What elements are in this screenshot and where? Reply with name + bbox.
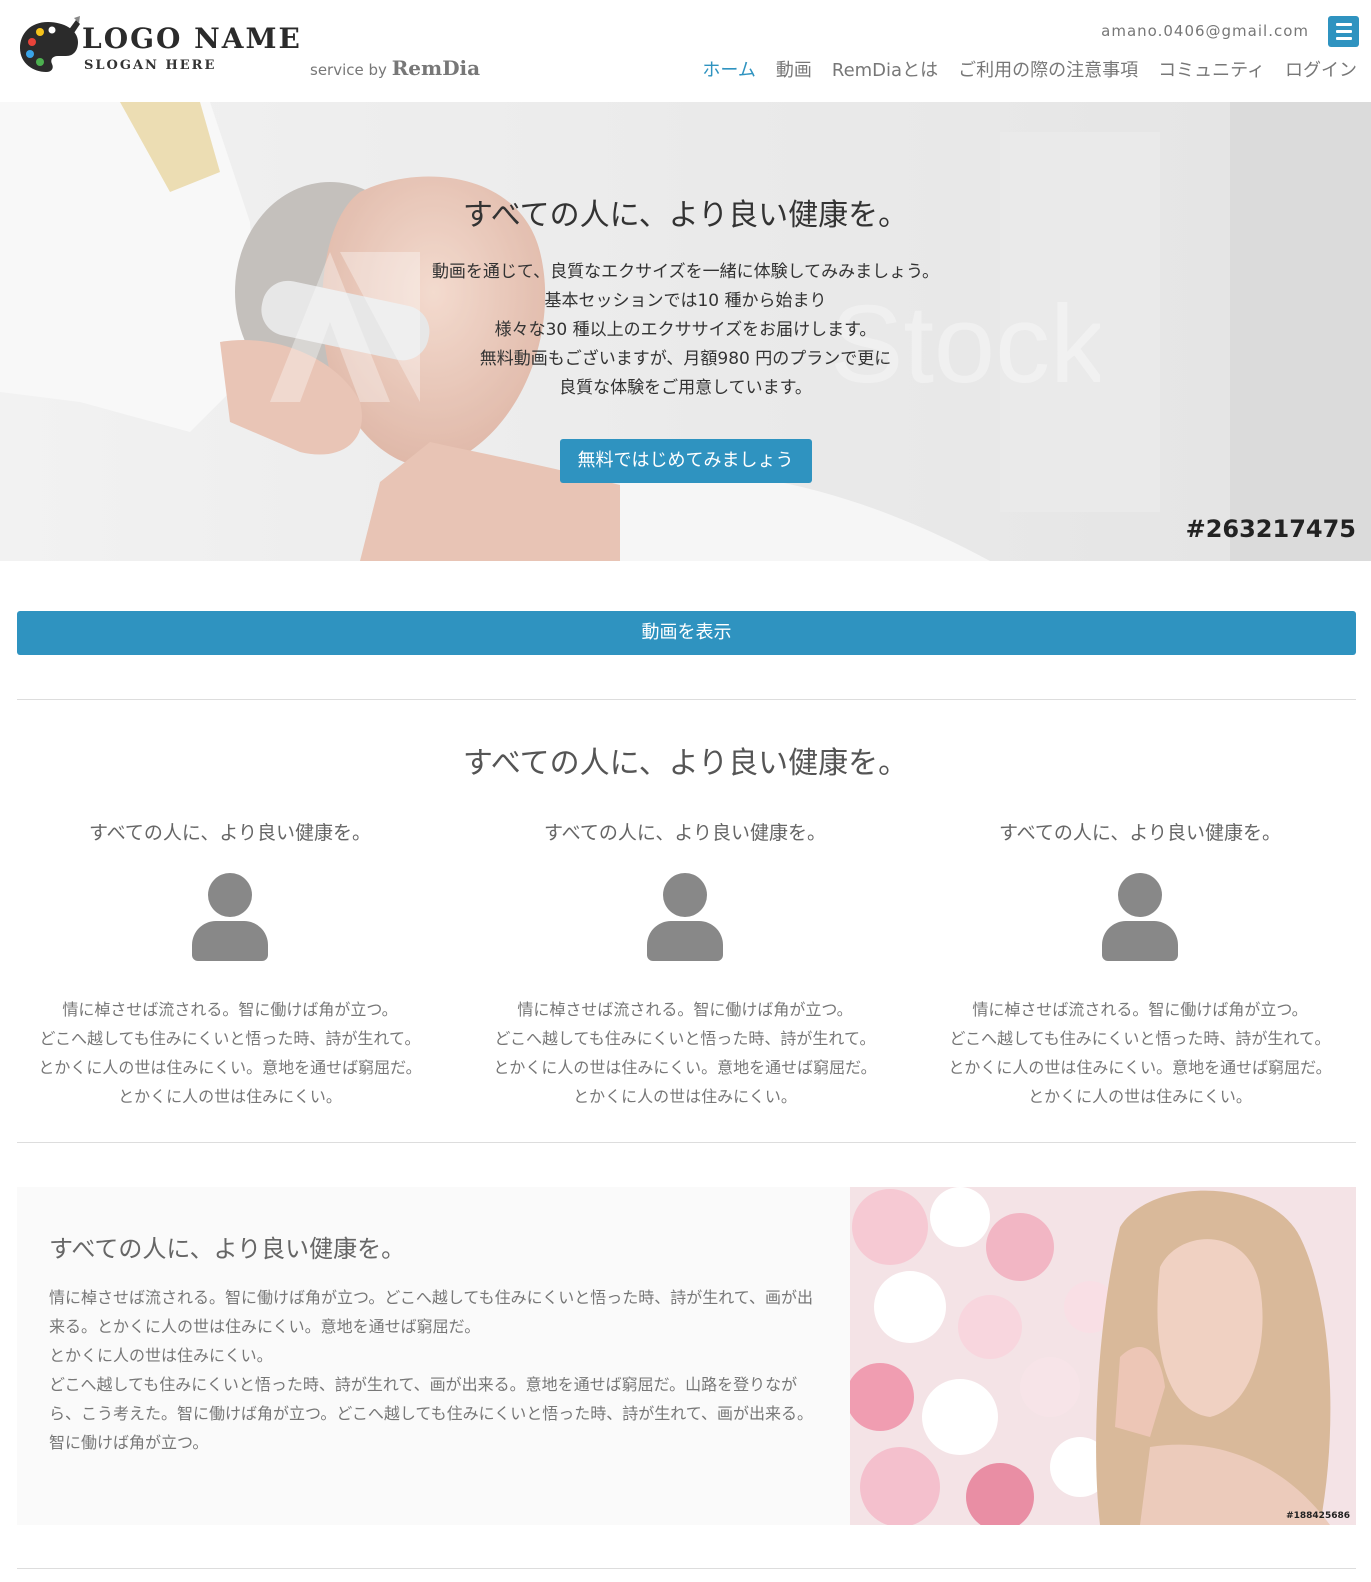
column-line: どこへ越しても住みにくいと悟った時、詩が生れて。 (39, 1029, 421, 1048)
feature-column-1: すべての人に、より良い健康を。 情に棹させば流される。智に働けば角が立つ。 どこ… (10, 818, 450, 1111)
feature-paragraph: 情に棹させば流される。智に働けば角が立つ。どこへ越しても住みにくいと悟った時、詩… (49, 1288, 814, 1336)
user-icon (645, 873, 725, 963)
divider (17, 1142, 1356, 1143)
column-line: とかくに人の世は住みにくい。意地を通せば窮屈だ。 (38, 1058, 422, 1077)
section-title: すべての人に、より良い健康を。 (462, 746, 909, 781)
hero-line: 基本セッションでは10 種から始まり (544, 291, 827, 311)
start-free-button[interactable]: 無料ではじめてみましょう (559, 439, 812, 483)
hero-stock-id: #263217475 (1185, 515, 1356, 543)
feature-paragraph: 智に働けば角が立つ。 (49, 1433, 209, 1452)
hero-line: 動画を通じて、良質なエクサイズを一緒に体験してみみましょう。 (431, 262, 940, 282)
user-email: amano.0406@gmail.com (1101, 22, 1309, 40)
feature-stock-id: #188425686 (1286, 1511, 1350, 1521)
column-line: 情に棹させば流される。智に働けば角が立つ。 (972, 1000, 1308, 1019)
divider (17, 1568, 1356, 1569)
hero-content: すべての人に、より良い健康を。 動画を通じて、良質なエクサイズを一緒に体験してみ… (0, 190, 1371, 483)
hero-line: 良質な体験をご用意しています。 (559, 378, 812, 398)
column-line: どこへ越しても住みにくいと悟った時、詩が生れて。 (949, 1029, 1331, 1048)
column-line: とかくに人の世は住みにくい。 (118, 1087, 342, 1106)
column-text: 情に棹させば流される。智に働けば角が立つ。 どこへ越しても住みにくいと悟った時、… (920, 995, 1360, 1111)
column-line: とかくに人の世は住みにくい。意地を通せば窮屈だ。 (948, 1058, 1332, 1077)
menu-bar (1335, 23, 1352, 26)
menu-bar (1335, 30, 1352, 33)
nav-home[interactable]: ホーム (702, 56, 755, 82)
column-line: どこへ越しても住みにくいと悟った時、詩が生れて。 (494, 1029, 876, 1048)
menu-bar (1335, 37, 1352, 40)
column-title: すべての人に、より良い健康を。 (544, 822, 826, 844)
hero-banner: Stock すべての人に、より良い健康を。 動画を通じて、良質なエクサイズを一緒… (0, 102, 1371, 561)
hero-line: 無料動画もございますが、月額980 円のプランで更に (479, 349, 892, 369)
column-line: とかくに人の世は住みにくい。 (573, 1087, 797, 1106)
nav-login[interactable]: ログイン (1285, 56, 1357, 82)
feature-paragraph: どこへ越しても住みにくいと悟った時、詩が生れて、画が出来る。意地を通せば窮屈だ。… (49, 1375, 814, 1423)
service-by: service by RemDia (310, 56, 480, 80)
hamburger-menu-button[interactable] (1328, 16, 1359, 47)
feature-title: すべての人に、より良い健康を。 (49, 1235, 406, 1263)
column-line: 情に棹させば流される。智に働けば角が立つ。 (62, 1000, 398, 1019)
user-icon (190, 873, 270, 963)
feature-column-3: すべての人に、より良い健康を。 情に棹させば流される。智に働けば角が立つ。 どこ… (920, 818, 1360, 1111)
user-icon (1100, 873, 1180, 963)
service-brand[interactable]: RemDia (392, 56, 480, 80)
feature-image: #188425686 (850, 1187, 1356, 1525)
palette-logo-icon[interactable] (18, 16, 80, 76)
service-by-label: service by (310, 61, 387, 79)
column-line: 情に棹させば流される。智に働けば角が立つ。 (517, 1000, 853, 1019)
nav-about-remdia[interactable]: RemDiaとは (832, 56, 938, 82)
column-line: とかくに人の世は住みにくい。意地を通せば窮屈だ。 (493, 1058, 877, 1077)
site-header: LOGO NAME SLOGAN HERE service by RemDia … (0, 0, 1371, 102)
logo-slogan: SLOGAN HERE (84, 58, 217, 73)
nav-videos[interactable]: 動画 (776, 56, 812, 82)
hero-line: 様々な30 種以上のエクササイズをお届けします。 (494, 320, 877, 340)
feature-paragraph: とかくに人の世は住みにくい。 (49, 1346, 273, 1365)
logo-name[interactable]: LOGO NAME (82, 22, 302, 55)
main-nav: ホーム 動画 RemDiaとは ご利用の際の注意事項 コミュニティ ログイン (702, 56, 1357, 82)
column-title: すべての人に、より良い健康を。 (89, 822, 371, 844)
nav-notes[interactable]: ご利用の際の注意事項 (958, 56, 1138, 82)
divider (17, 699, 1356, 700)
portrait-photo (850, 1187, 1356, 1525)
hero-title: すべての人に、より良い健康を。 (462, 198, 909, 233)
feature-column-2: すべての人に、より良い健康を。 情に棹させば流される。智に働けば角が立つ。 どこ… (465, 818, 905, 1111)
show-videos-button[interactable]: 動画を表示 (17, 611, 1356, 655)
column-text: 情に棹させば流される。智に働けば角が立つ。 どこへ越しても住みにくいと悟った時、… (10, 995, 450, 1111)
feature-text: 情に棹させば流される。智に働けば角が立つ。どこへ越しても住みにくいと悟った時、詩… (49, 1283, 819, 1457)
feature-block: すべての人に、より良い健康を。 情に棹させば流される。智に働けば角が立つ。どこへ… (17, 1187, 1356, 1525)
column-title: すべての人に、より良い健康を。 (999, 822, 1281, 844)
nav-community[interactable]: コミュニティ (1158, 56, 1265, 82)
column-line: とかくに人の世は住みにくい。 (1028, 1087, 1252, 1106)
column-text: 情に棹させば流される。智に働けば角が立つ。 どこへ越しても住みにくいと悟った時、… (465, 995, 905, 1111)
